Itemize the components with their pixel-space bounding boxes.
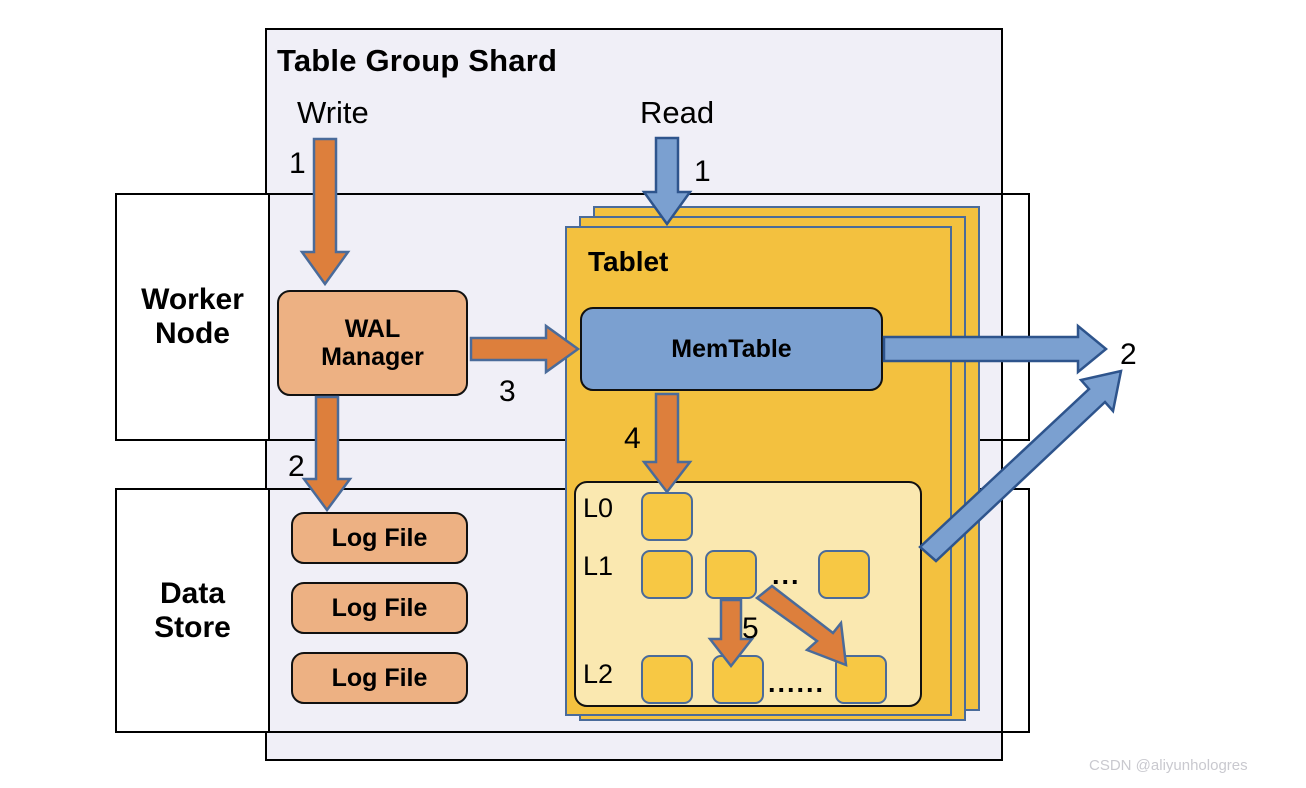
step-number-read-1: 1 [694,155,711,188]
step-number-read-return-top-2: 2 [1120,338,1137,371]
step-number-write-1: 1 [289,147,306,180]
data-store-label-line1: Data [159,576,226,610]
worker-node-label: Worker Node [117,195,270,439]
memtable-box: MemTable [580,307,883,391]
log-file-box-1: Log File [291,512,468,564]
tablet-title: Tablet [588,246,669,277]
wal-manager-box: WAL Manager [277,290,468,396]
l2-ellipsis: ...... [768,668,826,698]
step-number-flush-4: 4 [624,422,641,455]
level-label-l0: L0 [583,493,614,523]
log-file-box-3: Log File [291,652,468,704]
watermark-text: CSDN @aliyunhologres [1089,757,1248,774]
worker-node-label-line1: Worker [141,283,244,317]
sst-block-l0-0 [641,492,693,541]
sst-block-l1-2 [818,550,870,599]
log-file-box-2: Log File [291,582,468,634]
data-store-label: Data Store [117,490,270,731]
table-group-shard-title: Table Group Shard [277,43,558,78]
sst-block-l2-0 [641,655,693,704]
l1-ellipsis: ... [772,560,801,590]
write-label: Write [297,95,369,130]
level-label-l2: L2 [583,659,614,689]
sst-block-l2-2 [835,655,887,704]
step-number-wal-to-memtable-3: 3 [499,375,516,408]
level-label-l1: L1 [583,551,614,581]
read-label: Read [640,95,715,130]
wal-manager-line2: Manager [321,343,424,371]
wal-manager-line1: WAL [344,315,401,343]
sst-block-l1-1 [705,550,757,599]
data-store-label-line2: Store [154,610,231,644]
step-number-compaction-5: 5 [742,612,759,645]
step-number-wal-to-log-2: 2 [288,450,305,483]
diagram-canvas: Table Group Shard Worker Node Data Store… [0,0,1306,788]
worker-node-label-line2: Node [154,317,230,350]
sst-block-l1-0 [641,550,693,599]
sst-block-l2-1 [712,655,764,704]
